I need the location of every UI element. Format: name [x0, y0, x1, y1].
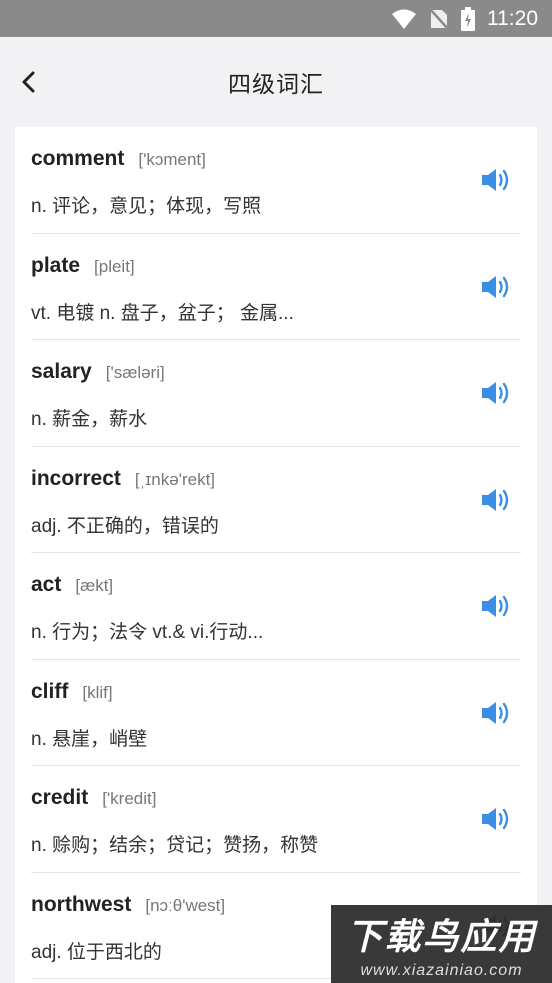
watermark-logo: 下载鸟应用 www.xiazainiao.com — [331, 905, 552, 983]
watermark-text: 下载鸟应用 — [346, 916, 537, 957]
speaker-icon — [482, 595, 509, 617]
speaker-icon — [482, 488, 509, 511]
pronounce-button[interactable] — [481, 593, 513, 619]
word-definition: n. 赊购；结余；贷记；赞扬，称赞 — [31, 835, 319, 856]
word-phonetic: [ækt] — [75, 576, 114, 595]
word-text: northwest — [31, 892, 132, 916]
word-definition: adj. 不正确的，错误的 — [31, 515, 219, 537]
word-definition: vt. 电镀 n. 盘子，盆子； 金属... — [31, 302, 294, 324]
word-definition: n. 薪金，薪水 — [31, 409, 148, 430]
word-definition: n. 悬崖，峭壁 — [31, 728, 148, 750]
pronounce-button[interactable] — [481, 806, 513, 832]
back-button[interactable] — [14, 67, 44, 97]
pronounce-button[interactable] — [481, 274, 513, 300]
word-list: comment ['kɔment] n. 评论，意见；体现，写照 plate [… — [15, 127, 537, 983]
word-phonetic: [nɔːθ'west] — [145, 895, 226, 915]
pronounce-button[interactable] — [481, 700, 513, 726]
word-phonetic: ['sæləri] — [105, 363, 165, 382]
word-list-item[interactable]: comment ['kɔment] n. 评论，意见；体现，写照 — [31, 127, 521, 234]
app-header: 四级词汇 — [0, 37, 552, 127]
word-definition: n. 行为；法令 vt.& vi.行动... — [31, 622, 264, 643]
word-list-item[interactable]: credit ['kredit] n. 赊购；结余；贷记；赞扬，称赞 — [31, 766, 521, 873]
word-text: act — [31, 573, 62, 596]
watermark-url: www.xiazainiao.com — [360, 962, 523, 979]
status-bar: 11:20 — [0, 0, 552, 37]
word-list-item[interactable]: plate [pleit] vt. 电镀 n. 盘子，盆子； 金属... — [31, 234, 521, 340]
word-text: incorrect — [31, 466, 121, 490]
word-text: credit — [31, 786, 89, 809]
word-list-item[interactable]: salary ['sæləri] n. 薪金，薪水 — [31, 340, 521, 447]
word-list-item[interactable]: cliff [klif] n. 悬崖，峭壁 — [31, 660, 521, 766]
word-phonetic: [ˌɪnkə'rekt] — [134, 469, 216, 489]
word-text: comment — [31, 147, 125, 170]
speaker-icon — [482, 275, 509, 298]
status-time: 11:20 — [487, 6, 538, 30]
word-text: salary — [31, 360, 92, 383]
speaker-icon — [482, 701, 509, 724]
battery-icon — [461, 6, 475, 31]
no-sim-icon — [429, 7, 449, 30]
pronounce-button[interactable] — [481, 167, 513, 193]
word-text: cliff — [31, 679, 69, 703]
speaker-icon — [482, 382, 509, 404]
speaker-icon — [482, 169, 509, 191]
pronounce-button[interactable] — [481, 487, 513, 513]
word-phonetic: [pleit] — [94, 256, 135, 276]
word-list-item[interactable]: incorrect [ˌɪnkə'rekt] adj. 不正确的，错误的 — [31, 447, 521, 553]
word-phonetic: [klif] — [82, 682, 113, 702]
word-list-item[interactable]: act [ækt] n. 行为；法令 vt.& vi.行动... — [31, 553, 521, 660]
page-title: 四级词汇 — [228, 71, 324, 97]
word-definition: adj. 位于西北的 — [31, 941, 162, 963]
pronounce-button[interactable] — [481, 380, 513, 406]
speaker-icon — [482, 808, 509, 830]
word-definition: n. 评论，意见；体现，写照 — [31, 196, 262, 217]
word-phonetic: ['kredit] — [102, 789, 157, 808]
word-phonetic: ['kɔment] — [138, 150, 206, 169]
wifi-icon — [391, 8, 417, 30]
back-arrow-icon — [22, 71, 35, 93]
word-text: plate — [31, 253, 81, 277]
